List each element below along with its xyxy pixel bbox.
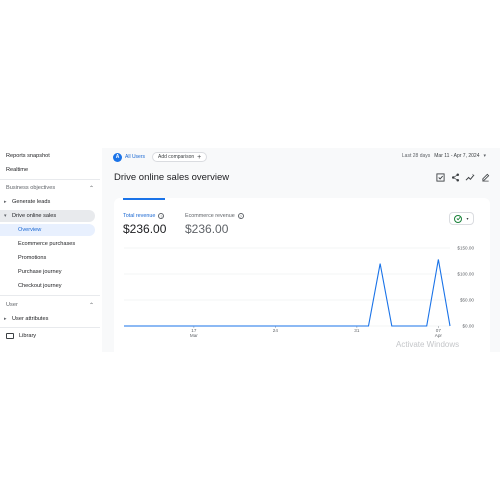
all-users-chip[interactable]: A All Users [113,152,145,162]
chevron-up-icon: ⌃ [88,185,94,192]
sidebar-item-label: Ecommerce purchases [18,241,76,247]
sidebar-divider [0,295,100,296]
sidebar-item-label: User attributes [12,316,49,322]
share-icon[interactable] [450,172,460,182]
comparison-bar: A All Users Add comparison + Last 28 day… [102,150,500,164]
date-range-picker[interactable]: Last 28 days Mar 11 - Apr 7, 2024 ▾ [402,153,486,159]
section-label: User [6,302,18,308]
sidebar-item-library[interactable]: Library [6,330,36,342]
revenue-line-chart: $150.00$100.00$50.00$0.0017Mar24 31 07Apr [124,246,475,338]
sidebar-item-realtime[interactable]: Realtime [6,164,28,176]
sidebar-subitem-overview[interactable]: Overview [0,224,95,236]
sidebar-section-user[interactable]: User ⌃ [6,299,94,311]
sidebar-item-label: Library [19,333,37,339]
metric-label: Total revenue [123,213,156,219]
sidebar-item-label: Checkout journey [18,283,62,289]
metric-label: Ecommerce revenue [185,213,235,219]
chevron-up-icon: ⌃ [88,302,94,309]
overview-card: Total revenue ? $236.00 Ecommerce revenu… [114,198,490,352]
x-tick-label: 31 [354,328,360,333]
series-line-total-revenue [124,259,451,327]
x-tick-label: 24 [273,328,279,333]
avatar: A [113,152,122,162]
page-actions [435,172,490,182]
date-range-value: Mar 11 - Apr 7, 2024 [434,153,480,159]
all-users-label: All Users [125,154,146,160]
sidebar-item-reports-snapshot[interactable]: Reports snapshot [6,150,50,162]
metric-total-revenue[interactable]: Total revenue ? $236.00 [123,213,166,236]
main-content: A All Users Add comparison + Last 28 day… [102,148,500,352]
plus-icon: + [197,153,202,161]
insights-icon[interactable] [465,172,475,182]
compare-icon[interactable] [435,172,445,182]
analytics-app: Reports snapshot Realtime Business objec… [0,148,500,352]
sidebar-item-label: Drive online sales [12,213,57,219]
sidebar-subitem-ecommerce-purchases[interactable]: Ecommerce purchases [18,238,75,250]
sidebar-item-label: Reports snapshot [6,153,50,159]
dropdown-arrow-icon: ▾ [483,153,486,159]
sidebar-item-generate-leads[interactable]: ▸ Generate leads [4,196,50,208]
sidebar-item-label: Generate leads [12,199,51,205]
sidebar-item-label: Overview [18,227,42,233]
add-comparison-button[interactable]: Add comparison + [152,152,208,162]
x-tick-sublabel: Mar [190,333,198,338]
sidebar-divider [0,327,100,328]
sidebar-item-label: Purchase journey [18,269,62,275]
metric-ecommerce-revenue[interactable]: Ecommerce revenue ? $236.00 [185,213,244,236]
caret-right-icon: ▸ [4,316,7,322]
caret-down-icon: ▾ [4,213,7,219]
sidebar-subitem-promotions[interactable]: Promotions [18,252,46,264]
activate-windows-watermark: Activate Windows [396,340,460,349]
metric-value: $236.00 [123,222,167,236]
help-icon[interactable]: ? [158,213,165,219]
help-icon[interactable]: ? [237,213,244,219]
sidebar-subitem-checkout-journey[interactable]: Checkout journey [18,280,62,292]
date-range-period: Last 28 days [401,153,431,159]
metric-tab-indicator [123,198,165,200]
sidebar-divider [0,179,100,180]
data-quality-dropdown[interactable]: ▾ [449,212,474,225]
edit-icon[interactable] [480,172,490,182]
sidebar-item-label: Realtime [6,167,29,173]
folder-icon [6,333,14,339]
y-tick-label: $50.00 [460,298,474,303]
add-comparison-label: Add comparison [158,154,195,160]
dropdown-arrow-icon: ▾ [466,216,469,221]
sidebar-item-user-attributes[interactable]: ▸ User attributes [4,313,48,325]
x-tick-sublabel: Apr [435,333,443,338]
page-title: Drive online sales overview [114,172,230,183]
check-circle-icon [454,214,463,223]
sidebar-subitem-purchase-journey[interactable]: Purchase journey [18,266,62,278]
sidebar: Reports snapshot Realtime Business objec… [0,148,100,352]
section-label: Business objectives [6,185,56,191]
y-tick-label: $0.00 [463,324,475,329]
metric-value: $236.00 [185,222,229,236]
sidebar-item-drive-online-sales[interactable]: ▾ Drive online sales [0,210,95,222]
y-tick-label: $150.00 [457,246,474,251]
sidebar-section-business-objectives[interactable]: Business objectives ⌃ [6,182,94,194]
sidebar-item-label: Promotions [18,255,47,261]
y-tick-label: $100.00 [457,272,474,277]
caret-right-icon: ▸ [4,199,7,205]
